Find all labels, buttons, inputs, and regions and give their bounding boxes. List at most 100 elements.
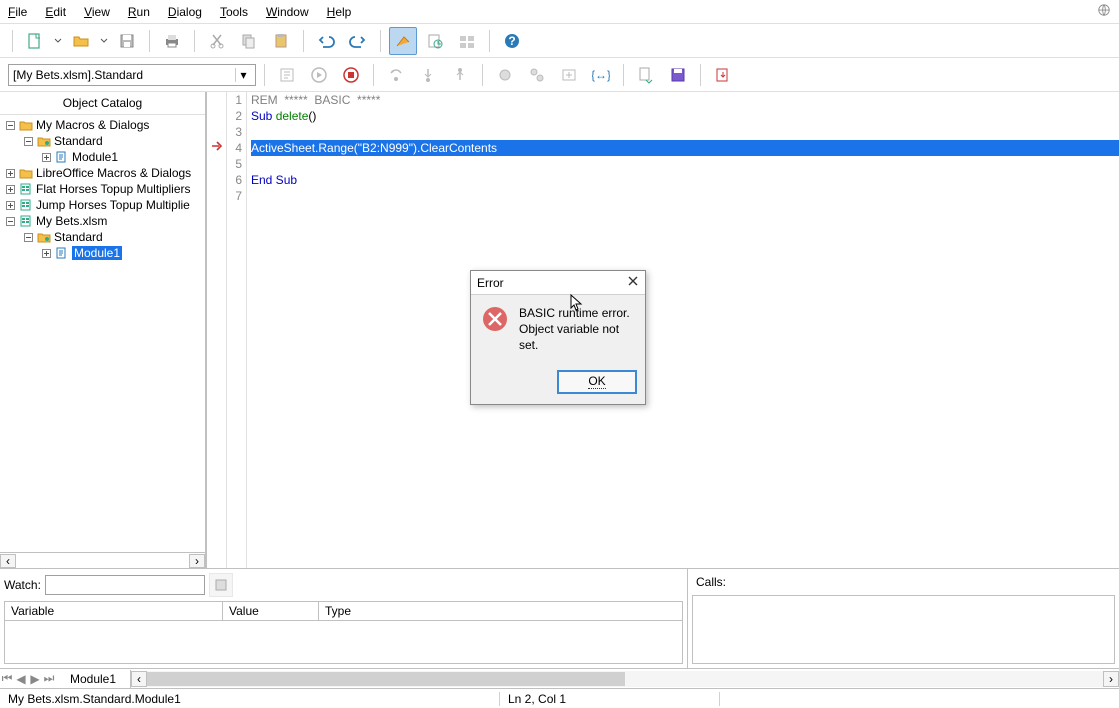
menu-dialog[interactable]: Dialog [168, 5, 202, 19]
tree-item-label: My Macros & Dialogs [36, 118, 149, 132]
compile-icon[interactable] [273, 61, 301, 89]
watch-col-value[interactable]: Value [223, 602, 319, 620]
scroll-left-icon[interactable]: ‹ [0, 554, 16, 568]
watch-col-type[interactable]: Type [319, 602, 682, 620]
menu-run[interactable]: Run [128, 5, 150, 19]
globe-icon[interactable] [1097, 3, 1111, 20]
tree-expander-icon[interactable] [22, 231, 34, 243]
current-line-arrow-icon [211, 140, 223, 155]
breakpoint-gutter[interactable] [207, 92, 227, 568]
menu-help[interactable]: Help [327, 5, 352, 19]
tab-scroll-left-icon[interactable]: ◀ [14, 672, 28, 686]
redo-icon[interactable] [344, 27, 372, 55]
tree-expander-icon[interactable] [22, 135, 34, 147]
stop-icon[interactable] [337, 61, 365, 89]
tree-item[interactable]: Jump Horses Topup Multiplie [0, 197, 205, 213]
menu-edit[interactable]: Edit [45, 5, 66, 19]
tree-expander-icon[interactable] [4, 215, 16, 227]
tree-item[interactable]: Standard [0, 133, 205, 149]
watch-input[interactable] [45, 575, 205, 595]
save-icon[interactable] [113, 27, 141, 55]
close-icon[interactable] [627, 275, 639, 290]
watch-table[interactable]: Variable Value Type [4, 601, 683, 664]
open-dropdown[interactable] [99, 37, 109, 45]
tree-item[interactable]: Standard [0, 229, 205, 245]
code-line[interactable] [251, 124, 1119, 140]
code-line[interactable] [251, 156, 1119, 172]
code-line[interactable]: End Sub [251, 172, 1119, 188]
watch-add-button[interactable] [209, 573, 233, 597]
copy-icon[interactable] [235, 27, 263, 55]
library-selector-value: [My Bets.xlsm].Standard [13, 68, 143, 82]
calls-list[interactable] [692, 595, 1115, 664]
select-macro-icon[interactable] [421, 27, 449, 55]
help-icon[interactable]: ? [498, 27, 526, 55]
line-number: 4 [227, 140, 242, 156]
object-catalog-toggle-icon[interactable] [389, 27, 417, 55]
code-line[interactable]: REM ***** BASIC ***** [251, 92, 1119, 108]
library-selector[interactable]: [My Bets.xlsm].Standard ▾ [8, 64, 256, 86]
tree-item[interactable]: Flat Horses Topup Multipliers [0, 181, 205, 197]
tree-expander-icon[interactable] [4, 199, 16, 211]
object-catalog-tree[interactable]: My Macros & DialogsStandardModule1LibreO… [0, 115, 205, 552]
new-document-icon[interactable] [21, 27, 49, 55]
tree-expander-icon[interactable] [4, 183, 16, 195]
code-editor[interactable]: 1234567 REM ***** BASIC *****Sub delete(… [207, 92, 1119, 568]
menu-view[interactable]: View [84, 5, 110, 19]
watch-col-variable[interactable]: Variable [5, 602, 223, 620]
mouse-cursor-icon [570, 294, 584, 315]
step-into-icon[interactable] [414, 61, 442, 89]
scroll-left-icon[interactable]: ‹ [131, 671, 147, 687]
menu-tools[interactable]: Tools [220, 5, 248, 19]
error-line2: Object variable not set. [519, 321, 635, 353]
tree-expander-icon[interactable] [4, 167, 16, 179]
new-document-dropdown[interactable] [53, 37, 63, 45]
tab-scroll-last-icon[interactable]: ⏭ [42, 671, 56, 686]
paste-icon[interactable] [267, 27, 295, 55]
insert-source-icon[interactable] [632, 61, 660, 89]
watch-add-icon[interactable] [555, 61, 583, 89]
save-source-icon[interactable] [664, 61, 692, 89]
tree-item[interactable]: My Bets.xlsm [0, 213, 205, 229]
scrollbar-thumb[interactable] [147, 672, 625, 686]
ok-button[interactable]: OK [557, 370, 637, 394]
run-icon[interactable] [305, 61, 333, 89]
code-line[interactable]: ActiveSheet.Range("B2:N999").ClearConten… [251, 140, 1119, 156]
step-over-icon[interactable] [382, 61, 410, 89]
find-brackets-icon[interactable]: {↔} [587, 61, 615, 89]
code-text[interactable]: REM ***** BASIC *****Sub delete() ActiveS… [247, 92, 1119, 568]
error-dialog-titlebar[interactable]: Error [471, 271, 645, 295]
open-folder-icon[interactable] [67, 27, 95, 55]
status-module-path: My Bets.xlsm.Standard.Module1 [0, 692, 500, 706]
breakpoint-toggle-icon[interactable] [491, 61, 519, 89]
lib-icon [36, 134, 52, 148]
print-icon[interactable] [158, 27, 186, 55]
tree-item[interactable]: Module1 [0, 149, 205, 165]
step-out-icon[interactable] [446, 61, 474, 89]
menu-file[interactable]: File [8, 5, 27, 19]
tab-module1[interactable]: Module1 [56, 670, 131, 688]
tree-expander-icon[interactable] [4, 119, 16, 131]
editor-hscrollbar[interactable]: ‹ › [131, 671, 1119, 687]
tree-item[interactable]: My Macros & Dialogs [0, 117, 205, 133]
code-line[interactable]: Sub delete() [251, 108, 1119, 124]
tree-expander-icon[interactable] [40, 247, 52, 259]
import-dialog-icon[interactable] [709, 61, 737, 89]
modules-icon[interactable] [453, 27, 481, 55]
code-line[interactable] [251, 188, 1119, 204]
watch-panel: Watch: Variable Value Type [0, 569, 688, 668]
menu-window[interactable]: Window [266, 5, 309, 19]
catalog-hscrollbar[interactable]: ‹ › [0, 552, 205, 568]
watch-label: Watch: [4, 578, 41, 592]
tab-scroll-first-icon[interactable]: ⏮ [0, 671, 14, 686]
tab-scroll-right-icon[interactable]: ▶ [28, 672, 42, 686]
undo-icon[interactable] [312, 27, 340, 55]
cut-icon[interactable] [203, 27, 231, 55]
tree-item[interactable]: Module1 [0, 245, 205, 261]
scroll-right-icon[interactable]: › [189, 554, 205, 568]
tree-item[interactable]: LibreOffice Macros & Dialogs [0, 165, 205, 181]
tree-expander-icon[interactable] [40, 151, 52, 163]
chevron-down-icon[interactable]: ▾ [235, 68, 251, 82]
scroll-right-icon[interactable]: › [1103, 671, 1119, 687]
breakpoints-manage-icon[interactable] [523, 61, 551, 89]
